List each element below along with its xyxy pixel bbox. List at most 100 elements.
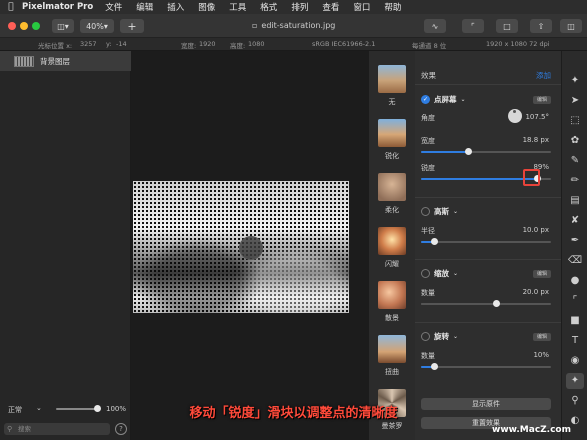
brush-icon: ∿ <box>431 21 439 31</box>
effect-thumb-sharpen[interactable] <box>378 119 406 147</box>
angle-value: 107.5° <box>525 113 549 121</box>
radius-slider[interactable] <box>421 238 551 245</box>
effect-label-none: 无 <box>388 98 396 106</box>
angle-dial[interactable] <box>508 109 522 123</box>
radius-slider-knob[interactable] <box>431 238 438 245</box>
menu-format[interactable]: 格式 <box>260 1 277 13</box>
edit-halftone-button[interactable]: 编辑 <box>533 96 551 104</box>
effect-gaussian-title: 高斯 <box>434 207 449 216</box>
menu-tools[interactable]: 工具 <box>229 1 246 13</box>
tools-sidebar: ✦ ➤ ⬚ ✿ ✎ ✏ ▤ ✘ ✒ ⌫ ● ⌜ ■ T ◉ ✦ ⚲ ◐ <box>561 51 587 440</box>
unchecked-icon[interactable] <box>421 269 430 278</box>
menu-edit[interactable]: 编辑 <box>136 1 153 13</box>
effect-thumb-distort[interactable] <box>378 335 406 363</box>
view-mode-button[interactable]: ◫▾ <box>52 19 74 33</box>
menu-image[interactable]: 图像 <box>198 1 215 13</box>
bit-depth: 每通道 8 位 <box>412 42 447 50</box>
color-adjust-icon[interactable]: ◉ <box>566 353 584 369</box>
select-tool-icon[interactable]: ⬚ <box>566 113 584 129</box>
sidebar-button[interactable]: ◫ <box>560 19 582 33</box>
checkmark-icon[interactable]: ✓ <box>421 95 430 104</box>
effects-header: 效果 <box>421 71 436 80</box>
menu-view[interactable]: 查看 <box>322 1 339 13</box>
spin-amount-slider[interactable] <box>421 363 551 370</box>
color-picker-icon[interactable]: ✎ <box>566 153 584 169</box>
canvas-area[interactable] <box>131 51 369 440</box>
add-button[interactable]: + <box>120 19 144 33</box>
effect-zoom-header[interactable]: 缩放 ⌄ <box>421 268 458 279</box>
retouch-tool-icon[interactable]: ✘ <box>566 213 584 229</box>
width-slider-knob[interactable] <box>464 148 472 155</box>
spin-amount-value: 10% <box>533 351 549 359</box>
sharpness-label: 锐度 <box>421 164 435 172</box>
add-effect-button[interactable]: 添加 <box>536 70 551 81</box>
lasso-tool-icon[interactable]: ✿ <box>566 133 584 149</box>
angle-label: 角度 <box>421 114 435 122</box>
effects-tool-icon[interactable]: ✦ <box>566 373 584 389</box>
pen-tool-icon[interactable]: ✒ <box>566 233 584 249</box>
unchecked-icon[interactable] <box>421 332 430 341</box>
width-slider[interactable] <box>421 148 551 155</box>
height-value: 1080 <box>248 40 265 48</box>
layer-search-input[interactable]: ⚲ 搜索 <box>4 423 110 435</box>
layer-name: 背景图层 <box>40 57 70 66</box>
shape-tool-icon[interactable]: ● <box>566 273 584 289</box>
radius-label: 半径 <box>421 227 435 235</box>
zoom-amount-slider-knob[interactable] <box>493 300 501 307</box>
menu-insert[interactable]: 插入 <box>167 1 184 13</box>
document-icon: □ <box>503 21 511 31</box>
effect-gaussian-header[interactable]: 高斯 ⌄ <box>421 206 458 217</box>
menu-window[interactable]: 窗口 <box>353 1 370 13</box>
divider <box>415 322 561 323</box>
color-profile: sRGB IEC61966-2.1 <box>312 40 376 48</box>
layer-options-button[interactable]: ? <box>115 423 127 435</box>
layers-panel: 背景图层 正常 ⌄ 100% ⚲ 搜索 ? <box>0 51 131 440</box>
cursor-x-label: 光标位置 x: <box>38 42 73 50</box>
cursor-x: 3257 <box>80 40 97 48</box>
paint-tool-icon[interactable]: ✏ <box>566 173 584 189</box>
document-title: ▫ edit-saturation.jpg <box>252 21 335 30</box>
effect-thumb-bokeh[interactable] <box>378 281 406 309</box>
arrange-tool-icon[interactable]: ➤ <box>566 93 584 109</box>
zoom-window-button[interactable] <box>32 22 40 30</box>
effects-panel: 效果 添加 ✓ 点屏幕 ⌄ 编辑 角度 107.5° 宽度 18.8 px 锐度… <box>415 51 561 440</box>
text-tool-icon[interactable]: T <box>566 333 584 349</box>
effect-halftone-header[interactable]: ✓ 点屏幕 ⌄ <box>421 94 466 105</box>
height-label: 高度: <box>230 42 246 50</box>
tutorial-caption: 移动「锐度」滑块以调整点的清晰度 <box>189 406 398 421</box>
close-window-button[interactable] <box>8 22 16 30</box>
effect-loupe-handle[interactable] <box>239 236 263 260</box>
menu-arrange[interactable]: 排列 <box>291 1 308 13</box>
app-menu[interactable]: Pixelmator Pro <box>22 2 93 12</box>
effect-spin-header[interactable]: 旋转 ⌄ <box>421 331 458 342</box>
width-param-value: 18.8 px <box>522 136 549 144</box>
export-button[interactable]: □ <box>496 19 518 33</box>
edit-spin-button[interactable]: 编辑 <box>533 333 551 341</box>
format-button[interactable]: ∿ <box>424 19 446 33</box>
spin-amount-slider-knob[interactable] <box>431 363 438 370</box>
crop-tool-icon[interactable]: ⌜ <box>566 293 584 309</box>
effect-thumb-soften[interactable] <box>378 173 406 201</box>
chevron-down-icon: ⌄ <box>453 208 459 215</box>
gradient-tool-icon[interactable]: ▤ <box>566 193 584 209</box>
effect-label-distort: 扭曲 <box>385 368 399 376</box>
zoom-dropdown[interactable]: 40% ▾ <box>80 19 114 33</box>
effect-thumb-none[interactable] <box>378 65 406 93</box>
menu-file[interactable]: 文件 <box>105 1 122 13</box>
share-button[interactable]: ⇧ <box>530 19 552 33</box>
eraser-tool-icon[interactable]: ⌫ <box>566 253 584 269</box>
crop-button[interactable]: ⌜ <box>462 19 484 33</box>
unchecked-icon[interactable] <box>421 207 430 216</box>
effect-thumb-glow[interactable] <box>378 227 406 255</box>
brush-tool-icon[interactable]: ✦ <box>566 73 584 89</box>
menu-help[interactable]: 帮助 <box>384 1 401 13</box>
layer-row[interactable]: 背景图层 <box>0 51 131 71</box>
zoom-value: 40% <box>86 21 104 31</box>
minimize-window-button[interactable] <box>20 22 28 30</box>
edit-zoom-button[interactable]: 编辑 <box>533 270 551 278</box>
menu-bar:  Pixelmator Pro 文件 编辑 插入 图像 工具 格式 排列 查看… <box>0 0 587 14</box>
apple-icon[interactable]:  <box>0 2 22 12</box>
zoom-amount-slider[interactable] <box>421 300 551 307</box>
width-label: 宽度: <box>181 42 197 50</box>
rectangle-tool-icon[interactable]: ■ <box>566 313 584 329</box>
